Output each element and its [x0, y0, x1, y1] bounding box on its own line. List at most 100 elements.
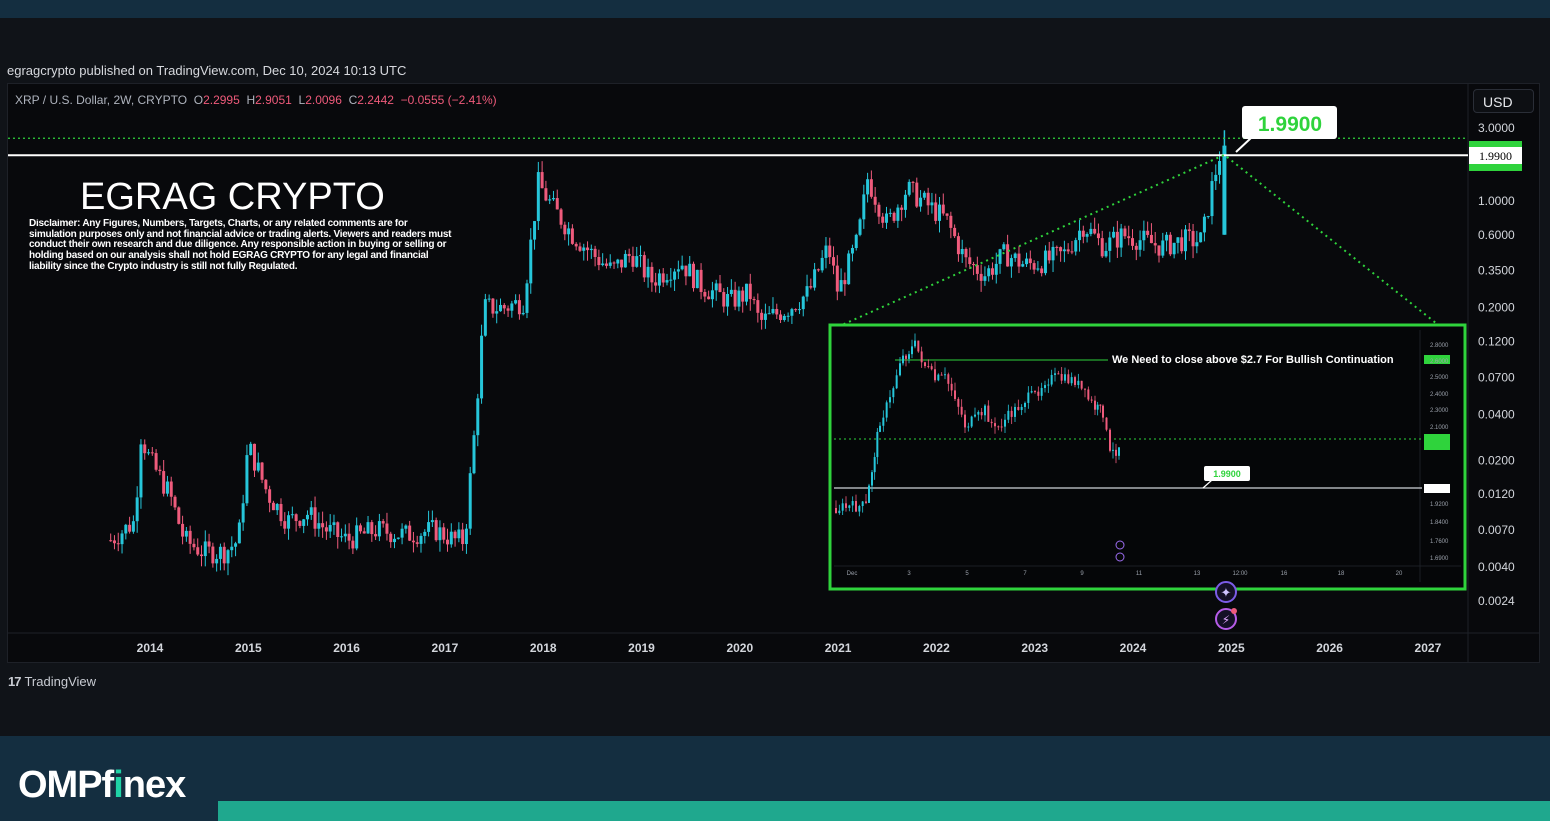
inset-candle-body — [994, 423, 996, 427]
candle-body — [476, 398, 480, 436]
inset-candle-body — [1000, 426, 1003, 428]
time-tick-label: 2026 — [1316, 641, 1343, 655]
candle-body — [911, 181, 915, 183]
inset-candle-body — [1054, 373, 1056, 375]
open-value: 2.2995 — [203, 93, 240, 107]
candle-body — [128, 524, 132, 532]
inset-candle-body — [1014, 406, 1016, 417]
inset-candle-body — [876, 431, 879, 458]
tradingview-brand[interactable]: 17 TradingView — [8, 674, 96, 689]
candle-body — [483, 299, 487, 336]
candle-body — [699, 269, 703, 292]
candle-body — [207, 541, 211, 547]
site-logo[interactable]: OMPfinex — [18, 764, 186, 807]
inset-candle-body — [895, 375, 898, 389]
candle-body — [427, 522, 431, 532]
candle-body — [351, 540, 355, 549]
candle-body — [131, 521, 135, 532]
trendline[interactable] — [837, 153, 1454, 337]
time-tick-label: 2025 — [1218, 641, 1245, 655]
candle-body — [1183, 229, 1187, 252]
candle-body — [987, 268, 991, 277]
candle-body — [256, 462, 260, 471]
inset-price-tick: 2.1000 — [1430, 425, 1449, 431]
candle-body — [1187, 229, 1191, 232]
candle-body — [695, 269, 699, 289]
inset-candle-body — [879, 425, 881, 432]
inset-candle-body — [1004, 419, 1006, 427]
candle-body — [1025, 258, 1029, 265]
idea-marker-glyph: ✦ — [1221, 586, 1232, 601]
inset-price-tick: 1.6900 — [1430, 556, 1449, 562]
candle-body — [597, 256, 601, 266]
candle-body — [1195, 242, 1199, 247]
candle-body — [415, 542, 419, 544]
time-tick-label: 2021 — [825, 641, 852, 655]
candle-body — [540, 172, 544, 189]
lightning-marker-glyph: ⚡ — [1222, 613, 1230, 627]
inset-candle-body — [1112, 449, 1114, 451]
candle-body — [302, 519, 306, 526]
candle-body — [858, 219, 862, 235]
candle-body — [1119, 228, 1123, 248]
inset-candle-body — [960, 406, 963, 415]
inset-candle-body — [940, 374, 943, 376]
candle-body — [1214, 174, 1218, 182]
price-axis[interactable]: 3.00002.00001.00000.60000.35000.20000.12… — [1478, 121, 1515, 608]
candle-body — [786, 315, 790, 317]
time-axis[interactable]: 2014 2015 2016 2017 2018 2019 2020 2021 2022 2023… — [137, 641, 1442, 655]
candle-body — [147, 452, 151, 454]
candle-body — [245, 455, 249, 504]
candle-body — [657, 273, 661, 286]
inset-candle-body — [1118, 447, 1120, 456]
candle-body — [521, 312, 525, 315]
candle-body — [442, 527, 446, 540]
candle-body — [177, 507, 181, 524]
inset-candle-body — [947, 374, 950, 384]
candle-body — [1021, 264, 1025, 267]
candle-body — [926, 192, 930, 206]
inset-candle-body — [1064, 374, 1066, 381]
tradingview-logo-icon: 17 — [8, 674, 22, 689]
price-chart[interactable]: EGRAG CRYPTO Disclaimer: Any Figures, Nu… — [0, 0, 1550, 821]
inset-candle-body — [1034, 391, 1036, 393]
candle-body — [722, 292, 726, 307]
price-tick-label: 0.6000 — [1478, 228, 1515, 242]
inset-chart: We Need to close above $2.7 For Bullish … — [828, 323, 1467, 591]
candle-body — [139, 444, 143, 498]
inset-candle-body — [905, 355, 907, 359]
inset-time-tick: Dec — [847, 571, 858, 577]
inset-price-tick: 1.8400 — [1430, 520, 1449, 526]
candle-body — [487, 298, 491, 300]
currency-button[interactable]: USD — [1473, 89, 1534, 113]
candle-body — [400, 528, 404, 538]
candle-body — [892, 212, 896, 221]
candle-body — [692, 263, 696, 289]
inset-candle-body — [911, 346, 913, 355]
candle-body — [900, 207, 904, 210]
candle-body — [506, 308, 510, 311]
candle-body — [964, 248, 968, 258]
price-tick-label: 0.0070 — [1478, 523, 1515, 537]
candle-body — [154, 453, 158, 470]
inset-candle-body — [1090, 399, 1093, 401]
candle-body — [309, 507, 313, 515]
candle-body — [472, 435, 476, 474]
candle-body — [234, 543, 238, 547]
inset-candle-body — [851, 501, 854, 506]
candle-body — [169, 481, 173, 497]
candle-body — [1036, 268, 1040, 270]
candle-body — [1081, 230, 1085, 237]
candle-body — [945, 213, 949, 216]
ohlc-legend[interactable]: XRP / U.S. Dollar, 2W, CRYPTO O2.2995 H2… — [15, 93, 497, 107]
inset-candle-body — [1109, 429, 1111, 451]
candle-body — [1104, 250, 1108, 257]
candle-body — [1165, 234, 1169, 241]
candle-body — [249, 443, 253, 456]
candle-body — [797, 309, 801, 311]
candle-body — [801, 296, 805, 310]
candle-body — [1017, 253, 1021, 267]
candle-body — [752, 299, 756, 301]
inset-candle-body — [1020, 406, 1023, 410]
candle-body — [529, 239, 533, 284]
